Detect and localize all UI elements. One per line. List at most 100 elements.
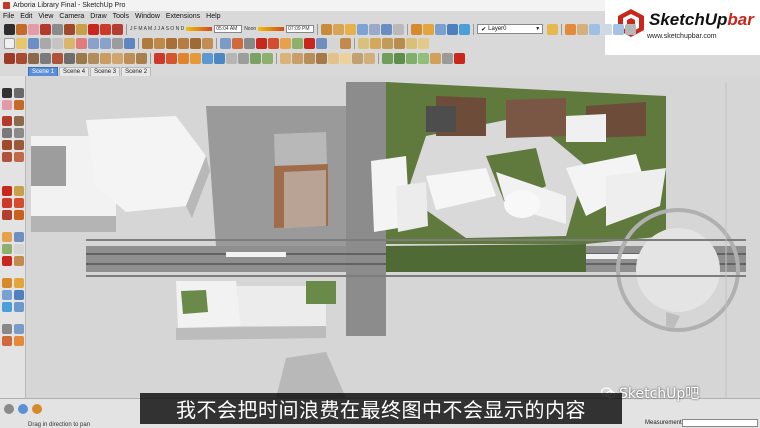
plugin-19-button[interactable] bbox=[382, 52, 393, 64]
credits-icon[interactable] bbox=[18, 404, 28, 414]
section-button[interactable] bbox=[381, 23, 393, 35]
line-tool-button[interactable] bbox=[40, 23, 51, 35]
layer-manager-button[interactable] bbox=[547, 23, 559, 35]
dimension-button[interactable] bbox=[316, 37, 327, 49]
push-pull-icon[interactable] bbox=[14, 186, 24, 196]
menu-file[interactable]: File bbox=[3, 13, 14, 20]
plugin-18-button[interactable] bbox=[364, 52, 375, 64]
tab-scene-2[interactable]: Scene 2 bbox=[121, 67, 152, 76]
plugin-24-button[interactable] bbox=[442, 52, 453, 64]
menu-help[interactable]: Help bbox=[206, 13, 220, 20]
paste-button[interactable] bbox=[64, 37, 75, 49]
dimension-icon[interactable] bbox=[14, 232, 24, 242]
tab-scene-3[interactable]: Scene 3 bbox=[90, 67, 121, 76]
follow-me-icon[interactable] bbox=[14, 198, 24, 208]
3pt-arc-button[interactable] bbox=[52, 52, 63, 64]
walk-icon[interactable] bbox=[14, 324, 24, 334]
pie-icon[interactable] bbox=[14, 152, 24, 162]
add-detail-button[interactable] bbox=[406, 37, 417, 49]
offset-button[interactable] bbox=[268, 37, 279, 49]
look-around-button[interactable] bbox=[232, 37, 243, 49]
plugin-5-button[interactable] bbox=[202, 52, 213, 64]
erase-button[interactable] bbox=[76, 37, 87, 49]
top-view-button[interactable] bbox=[154, 37, 165, 49]
plugin-23-button[interactable] bbox=[430, 52, 441, 64]
polygon-icon[interactable] bbox=[14, 140, 24, 150]
previous-view-icon[interactable] bbox=[14, 302, 24, 312]
plugin-1-button[interactable] bbox=[154, 52, 165, 64]
plugin-9-button[interactable] bbox=[250, 52, 261, 64]
left-view-button[interactable] bbox=[202, 37, 213, 49]
follow-me-button[interactable] bbox=[256, 37, 267, 49]
pencil-icon[interactable] bbox=[2, 116, 12, 126]
style-button[interactable] bbox=[369, 23, 381, 35]
back-view-button[interactable] bbox=[190, 37, 201, 49]
pie-tool-button[interactable] bbox=[16, 52, 27, 64]
shaded-textures-button[interactable] bbox=[625, 23, 637, 35]
plugin-11-button[interactable] bbox=[280, 52, 291, 64]
tab-scene-4[interactable]: Scene 4 bbox=[59, 67, 90, 76]
select-tool-button[interactable] bbox=[4, 23, 15, 35]
section-plane-icon[interactable] bbox=[14, 336, 24, 346]
shaded-button[interactable] bbox=[613, 23, 625, 35]
zoom-window-button[interactable] bbox=[447, 23, 459, 35]
layer-dropdown[interactable]: ✔ Layer0 ▼ bbox=[477, 24, 544, 34]
menu-view[interactable]: View bbox=[38, 13, 53, 20]
shadow-time-start[interactable]: 05:04 AM bbox=[214, 25, 243, 33]
redo-button[interactable] bbox=[100, 37, 111, 49]
menu-camera[interactable]: Camera bbox=[59, 13, 84, 20]
3d-text-icon[interactable] bbox=[14, 256, 24, 266]
component-maker-icon[interactable] bbox=[14, 88, 24, 98]
plugin-13-button[interactable] bbox=[304, 52, 315, 64]
move-icon[interactable] bbox=[2, 186, 12, 196]
menu-extensions[interactable]: Extensions bbox=[166, 13, 200, 20]
shadow-time-slider[interactable] bbox=[258, 27, 285, 31]
plugin-6-button[interactable] bbox=[214, 52, 225, 64]
menu-draw[interactable]: Draw bbox=[90, 13, 106, 20]
polygon-button[interactable] bbox=[40, 52, 51, 64]
axes-icon[interactable] bbox=[2, 256, 12, 266]
measurements-input[interactable] bbox=[682, 419, 758, 427]
plugin-14-button[interactable] bbox=[316, 52, 327, 64]
orbit-icon[interactable] bbox=[2, 278, 12, 288]
menu-window[interactable]: Window bbox=[135, 13, 160, 20]
plugin-21-button[interactable] bbox=[406, 52, 417, 64]
menu-tools[interactable]: Tools bbox=[113, 13, 129, 20]
eraser-icon[interactable] bbox=[2, 100, 12, 110]
text-button[interactable] bbox=[328, 37, 339, 49]
tape-button[interactable] bbox=[280, 37, 291, 49]
right-view-button[interactable] bbox=[178, 37, 189, 49]
smoove-button[interactable] bbox=[394, 37, 405, 49]
stamp-button[interactable] bbox=[370, 37, 381, 49]
back-edges-button[interactable] bbox=[577, 23, 589, 35]
paint-bucket-button[interactable] bbox=[16, 23, 27, 35]
plugin-10-button[interactable] bbox=[262, 52, 273, 64]
drape-button[interactable] bbox=[382, 37, 393, 49]
outer-shell-button[interactable] bbox=[136, 52, 147, 64]
freehand-icon[interactable] bbox=[14, 116, 24, 126]
shadow-date-slider[interactable] bbox=[186, 27, 213, 31]
scale-tool-button[interactable] bbox=[112, 23, 123, 35]
hidden-line-button[interactable] bbox=[601, 23, 613, 35]
copy-button[interactable] bbox=[52, 37, 63, 49]
push-pull-button[interactable] bbox=[76, 23, 87, 35]
walk-button[interactable] bbox=[220, 37, 231, 49]
position-camera-icon[interactable] bbox=[2, 324, 12, 334]
zoom-extents-button[interactable] bbox=[459, 23, 471, 35]
instructor-icon[interactable] bbox=[32, 404, 42, 414]
print-button[interactable] bbox=[112, 37, 123, 49]
plugin-3-button[interactable] bbox=[178, 52, 189, 64]
save-button[interactable] bbox=[28, 37, 39, 49]
sandbox-button[interactable] bbox=[358, 37, 369, 49]
undo-button[interactable] bbox=[88, 37, 99, 49]
geo-location-icon[interactable] bbox=[4, 404, 14, 414]
3d-text-button[interactable] bbox=[340, 37, 351, 49]
component-button[interactable] bbox=[321, 23, 333, 35]
group-button[interactable] bbox=[333, 23, 345, 35]
rotated-rectangle-icon[interactable] bbox=[14, 128, 24, 138]
plugin-4-button[interactable] bbox=[190, 52, 201, 64]
plugin-8-button[interactable] bbox=[238, 52, 249, 64]
plugin-7-button[interactable] bbox=[226, 52, 237, 64]
position-camera-button[interactable] bbox=[244, 37, 255, 49]
circle-icon[interactable] bbox=[2, 140, 12, 150]
